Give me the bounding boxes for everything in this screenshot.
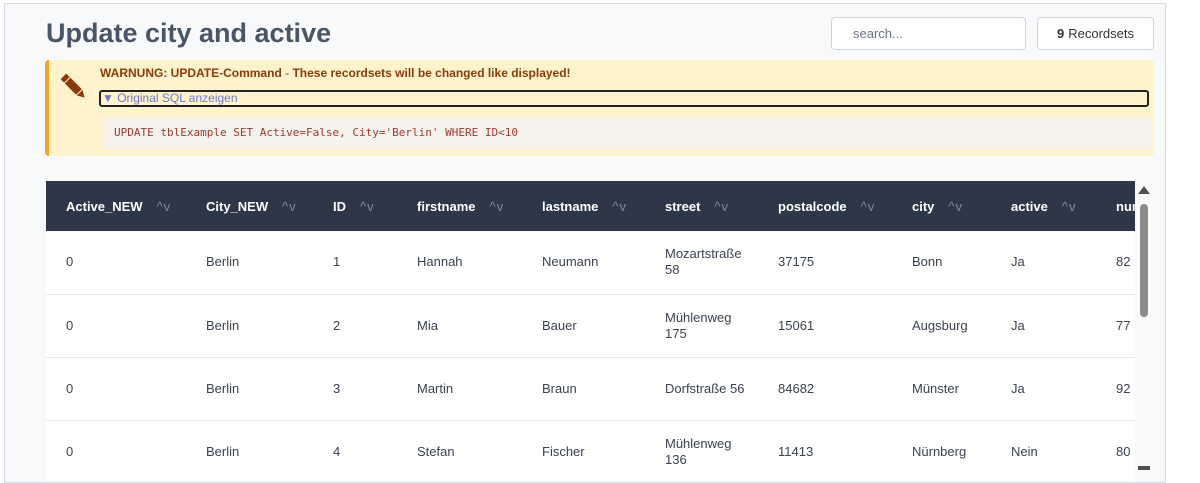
search-input[interactable] xyxy=(831,17,1026,50)
table-cell: Ja xyxy=(1011,380,1025,396)
table-row: 0 Berlin 2 Mia Bauer Mühlenweg 175 15061… xyxy=(46,294,1135,357)
street-value: Mozartstraße 58 xyxy=(665,246,742,278)
original-sql-toggle[interactable]: ▼ Original SQL anzeigen xyxy=(99,90,1149,107)
table-cell: Dorfstraße 56 xyxy=(645,357,758,420)
table-row: 0 Berlin 3 Martin Braun Dorfstraße 56 84… xyxy=(46,357,1135,420)
column-header[interactable]: street ^v xyxy=(645,181,758,231)
table-cell: Hannah xyxy=(417,254,463,270)
column-header[interactable]: City_NEW ^v xyxy=(186,181,313,231)
column-header[interactable]: city ^v xyxy=(892,181,991,231)
page-title: Update city and active xyxy=(46,18,332,48)
table-cell: Bauer xyxy=(542,317,577,333)
table-cell: Ja xyxy=(1011,317,1025,333)
table-cell: Mia xyxy=(417,317,438,333)
table-cell: Mühlenweg 175 xyxy=(645,294,758,357)
table-cell: Stefan xyxy=(417,443,455,459)
sort-icon[interactable]: ^v xyxy=(612,199,627,214)
table-cell: Bonn xyxy=(912,254,943,270)
table-cell: Berlin xyxy=(206,380,240,396)
table-cell: Augsburg xyxy=(912,317,968,333)
column-header[interactable]: Active_NEW ^v xyxy=(46,181,186,231)
pencil-icon xyxy=(61,73,85,98)
column-header[interactable]: active ^v xyxy=(991,181,1096,231)
table-cell: Mühlenweg 136 xyxy=(645,420,758,481)
column-header[interactable]: ID ^v xyxy=(313,181,397,231)
table-cell: Berlin xyxy=(206,443,240,459)
sql-code: UPDATE tblExample SET Active=False, City… xyxy=(104,117,1152,149)
table-cell: 0 xyxy=(66,254,74,270)
table-cell: 0 xyxy=(66,443,74,459)
recordsets-button[interactable]: 9 Recordsets xyxy=(1037,17,1154,50)
records-table: Active_NEW ^v City_NEW ^v ID ^v firstname ^v… xyxy=(46,181,1135,481)
table-cell: Mozartstraße 58 xyxy=(645,231,758,294)
street-value: Mühlenweg 175 xyxy=(665,309,732,341)
table-cell: Ja xyxy=(1011,254,1025,270)
table-cell: 2 xyxy=(333,317,341,333)
table-cell: 0 xyxy=(66,317,74,333)
table-cell: Münster xyxy=(912,380,959,396)
table-cell: 1 xyxy=(333,254,341,270)
warning-message: WARNUNG: UPDATE-Command - These recordse… xyxy=(100,66,571,80)
sort-icon[interactable]: ^v xyxy=(714,199,729,214)
sort-icon[interactable]: ^v xyxy=(360,199,375,214)
table-cell: Berlin xyxy=(206,317,240,333)
table-cell: 11413 xyxy=(778,443,814,459)
sort-icon[interactable]: ^v xyxy=(282,199,297,214)
sort-icon[interactable]: ^v xyxy=(861,199,876,214)
recordsets-label: Recordsets xyxy=(1068,26,1134,41)
warning-box: WARNUNG: UPDATE-Command - These recordse… xyxy=(45,60,1154,156)
table-row: 0 Berlin 4 Stefan Fischer Mühlenweg 136 … xyxy=(46,420,1135,481)
table-cell: Fischer xyxy=(542,443,585,459)
scrollbar-thumb[interactable] xyxy=(1140,204,1148,317)
table-row: 0 Berlin 1 Hannah Neumann Mozartstraße 5… xyxy=(46,231,1135,294)
column-header[interactable]: number^v xyxy=(1096,181,1135,231)
table-cell: Nein xyxy=(1011,443,1038,459)
table-cell: Braun xyxy=(542,380,577,396)
sort-icon[interactable]: ^v xyxy=(157,199,172,214)
table-cell: 15061 xyxy=(778,317,815,333)
warning-dash: - xyxy=(281,66,293,80)
street-value: Mühlenweg 136 xyxy=(665,435,732,467)
table-cell: Martin xyxy=(417,380,454,396)
column-header[interactable]: postalcode ^v xyxy=(758,181,892,231)
table-cell: Nürnberg xyxy=(912,443,967,459)
table-cell: 0 xyxy=(66,380,74,396)
table-cell: Neumann xyxy=(542,254,599,270)
table-cell: 80 xyxy=(1116,443,1131,459)
table-cell: 82 xyxy=(1116,254,1131,270)
scroll-up-arrow-icon[interactable] xyxy=(1138,186,1150,194)
column-header[interactable]: firstname ^v xyxy=(397,181,522,231)
table-cell: 84682 xyxy=(778,380,815,396)
warning-strong: WARNUNG: UPDATE-Command xyxy=(100,66,282,80)
records-table-container: Active_NEW ^v City_NEW ^v ID ^v firstname ^v… xyxy=(46,181,1135,481)
sort-icon[interactable]: ^v xyxy=(490,199,505,214)
sort-icon[interactable]: ^v xyxy=(1062,199,1077,214)
vertical-scrollbar[interactable] xyxy=(1137,184,1151,474)
table-cell: Berlin xyxy=(206,254,240,270)
sort-icon[interactable]: ^v xyxy=(948,199,963,214)
table-cell: 77 xyxy=(1116,317,1131,333)
recordsets-count: 9 xyxy=(1057,26,1065,41)
table-header-row: Active_NEW ^v City_NEW ^v ID ^v firstname ^v… xyxy=(46,181,1135,231)
table-cell: 37175 xyxy=(778,254,815,270)
table-cell: 92 xyxy=(1116,380,1131,396)
warning-text: These recordsets will be changed like di… xyxy=(292,66,571,80)
scroll-down-arrow-icon[interactable] xyxy=(1138,466,1150,470)
table-cell: 4 xyxy=(333,443,341,459)
table-cell: 3 xyxy=(333,380,341,396)
column-header[interactable]: lastname ^v xyxy=(522,181,645,231)
street-value: Dorfstraße 56 xyxy=(665,380,745,396)
